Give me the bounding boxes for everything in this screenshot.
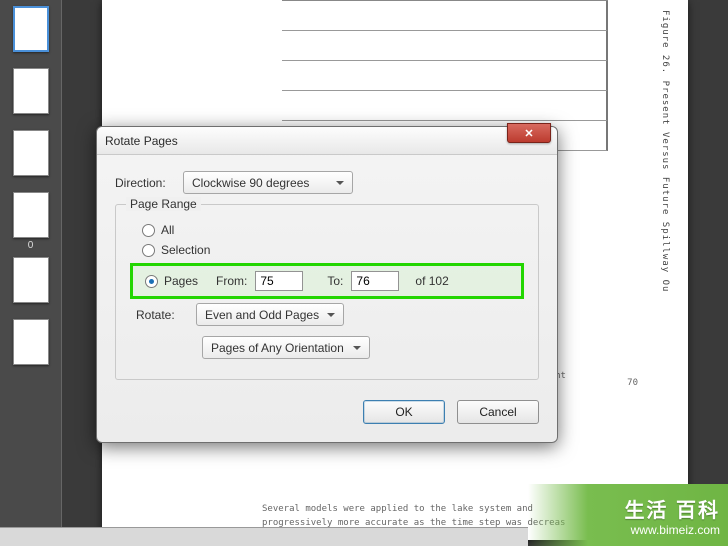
watermark-url: www.bimeiz.com xyxy=(631,523,720,537)
rotate-pages-dialog: Rotate Pages ✕ Direction: Clockwise 90 d… xyxy=(96,126,558,443)
dialog-titlebar[interactable]: Rotate Pages ✕ xyxy=(97,127,557,155)
from-input[interactable] xyxy=(255,271,303,291)
watermark-text: 生活 百科 xyxy=(624,494,720,523)
ok-button[interactable]: OK xyxy=(363,400,445,424)
rotate-label: Rotate: xyxy=(136,308,186,322)
page-thumbnail[interactable] xyxy=(13,192,49,238)
of-total-label: of 102 xyxy=(415,274,448,288)
dialog-title: Rotate Pages xyxy=(105,134,178,148)
close-button[interactable]: ✕ xyxy=(507,123,551,143)
thumbnail-strip: 0 xyxy=(0,0,62,546)
radio-all-label: All xyxy=(161,223,174,237)
page-range-fieldset: Page Range All Selection Pages From: To: xyxy=(115,204,539,380)
radio-selection[interactable] xyxy=(142,244,155,257)
figure-caption: Figure 26. Present Versus Future Spillwa… xyxy=(644,10,670,500)
pages-row-highlight: Pages From: To: of 102 xyxy=(130,263,524,299)
dialog-body: Direction: Clockwise 90 degrees Page Ran… xyxy=(97,155,557,442)
close-icon: ✕ xyxy=(524,127,533,140)
radio-all-row[interactable]: All xyxy=(130,223,524,237)
from-label: From: xyxy=(216,274,247,288)
page-range-legend: Page Range xyxy=(126,197,201,211)
radio-pages-row[interactable]: Pages xyxy=(139,274,198,288)
orientation-value: Pages of Any Orientation xyxy=(211,341,344,355)
watermark: 生活 百科 www.bimeiz.com xyxy=(528,484,728,546)
direction-dropdown[interactable]: Clockwise 90 degrees xyxy=(183,171,353,194)
page-thumbnail[interactable] xyxy=(13,68,49,114)
radio-pages-label: Pages xyxy=(164,274,198,288)
radio-pages[interactable] xyxy=(145,275,158,288)
thumb-number: 0 xyxy=(0,240,61,251)
page-thumbnail[interactable] xyxy=(13,130,49,176)
page-thumbnail[interactable] xyxy=(13,319,49,365)
status-bar xyxy=(0,527,528,546)
to-input[interactable] xyxy=(351,271,399,291)
radio-selection-row[interactable]: Selection xyxy=(130,243,524,257)
direction-label: Direction: xyxy=(115,176,183,190)
to-label: To: xyxy=(327,274,343,288)
cancel-button[interactable]: Cancel xyxy=(457,400,539,424)
direction-value: Clockwise 90 degrees xyxy=(192,176,309,190)
even-odd-dropdown[interactable]: Even and Odd Pages xyxy=(196,303,344,326)
page-thumbnail[interactable] xyxy=(13,257,49,303)
radio-all[interactable] xyxy=(142,224,155,237)
radio-selection-label: Selection xyxy=(161,243,210,257)
orientation-dropdown[interactable]: Pages of Any Orientation xyxy=(202,336,370,359)
even-odd-value: Even and Odd Pages xyxy=(205,308,319,322)
page-thumbnail[interactable] xyxy=(13,6,49,52)
